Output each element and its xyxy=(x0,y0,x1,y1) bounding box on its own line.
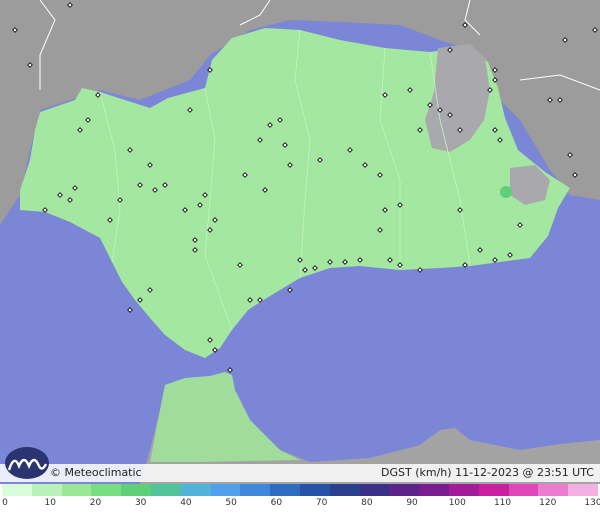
legend-tick: 70 xyxy=(315,498,328,508)
legend-tick: 90 xyxy=(406,498,418,508)
legend-tick: 120 xyxy=(539,498,557,508)
legend-color-scale xyxy=(2,484,598,496)
legend-tick: 20 xyxy=(89,498,102,508)
legend-tick: 0 xyxy=(2,498,8,508)
legend-tick: 10 xyxy=(44,498,56,508)
wind-hotspot xyxy=(500,186,512,198)
legend-swatch xyxy=(448,484,479,496)
legend-swatch xyxy=(359,484,390,496)
map-caption: DGST (km/h) 11-12-2023 @ 23:51 UTC xyxy=(381,466,594,479)
legend-tick: 50 xyxy=(225,498,237,508)
legend-swatch xyxy=(538,484,569,496)
legend-tick: 30 xyxy=(134,498,147,508)
legend-swatch xyxy=(2,484,32,496)
legend-swatch xyxy=(478,484,509,496)
wind-gust-legend: 0 10 20 30 40 50 60 70 80 90 100 110 120 130 xyxy=(0,484,600,517)
legend-ticks: 0 10 20 30 40 50 60 70 80 90 100 110 120 130 xyxy=(0,498,600,514)
legend-swatch xyxy=(270,484,300,496)
legend-swatch xyxy=(389,484,420,496)
legend-swatch xyxy=(419,484,449,496)
legend-tick: 80 xyxy=(361,498,373,508)
legend-swatch xyxy=(329,484,360,496)
legend-swatch xyxy=(210,484,241,496)
credit-text: © Meteoclimatic xyxy=(50,466,142,479)
weather-map xyxy=(0,0,600,484)
legend-swatch xyxy=(180,484,211,496)
legend-tick: 130 xyxy=(584,498,600,508)
legend-swatch xyxy=(31,484,62,496)
legend-swatch xyxy=(61,484,92,496)
legend-swatch xyxy=(240,484,271,496)
legend-swatch xyxy=(91,484,122,496)
legend-tick: 100 xyxy=(448,498,466,508)
legend-swatch xyxy=(568,484,598,496)
meteoclimatic-logo xyxy=(5,447,49,479)
legend-tick: 60 xyxy=(270,498,283,508)
legend-swatch xyxy=(508,484,539,496)
legend-swatch xyxy=(121,484,151,496)
legend-tick: 110 xyxy=(493,498,512,508)
legend-swatch xyxy=(150,484,181,496)
legend-swatch xyxy=(299,484,330,496)
legend-tick: 40 xyxy=(180,498,192,508)
